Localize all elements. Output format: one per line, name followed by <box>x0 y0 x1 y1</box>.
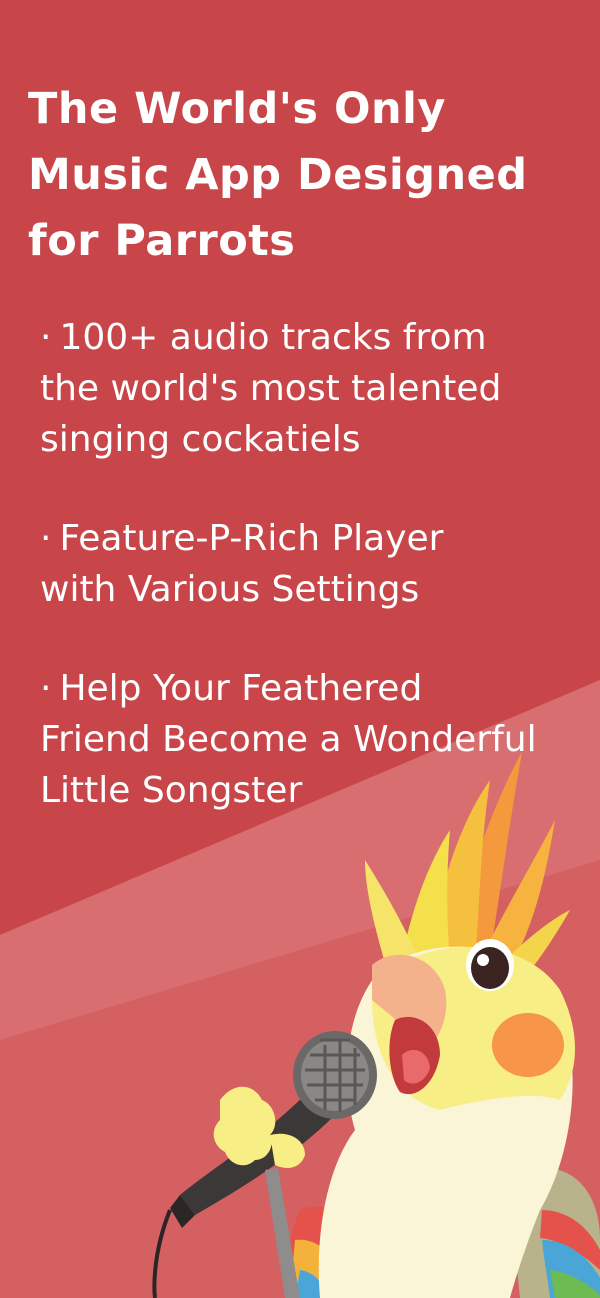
feature-item-tracks: · 100+ audio tracks from the world's most… <box>40 312 596 465</box>
headline-line: The World's Only <box>28 84 446 134</box>
feature-text: Feature-P-Rich Player <box>59 518 444 559</box>
feature-line: singing cockatiels <box>40 419 361 460</box>
feature-text: 100+ audio tracks from <box>59 317 487 358</box>
feature-line: with Various Settings <box>40 569 420 610</box>
bullet-icon: · <box>40 317 52 358</box>
eye-icon <box>466 939 514 991</box>
headline-line: for Parrots <box>28 216 296 266</box>
feature-line: · Feature-P-Rich Player <box>40 513 596 564</box>
feature-line: · 100+ audio tracks from <box>40 312 596 363</box>
cockatiel-icon <box>152 752 600 1298</box>
bullet-icon: · <box>40 668 52 709</box>
feature-item-player: · Feature-P-Rich Player with Various Sett… <box>40 513 596 615</box>
headline: The World's Only Music App Designed for … <box>28 76 588 274</box>
feature-text: Help Your Feathered <box>59 668 423 709</box>
feature-line: the world's most talented <box>40 368 502 409</box>
headline-line: Music App Designed <box>28 150 528 200</box>
feature-line: · Help Your Feathered <box>40 663 596 714</box>
cheek-icon <box>492 1013 564 1077</box>
bullet-icon: · <box>40 518 52 559</box>
